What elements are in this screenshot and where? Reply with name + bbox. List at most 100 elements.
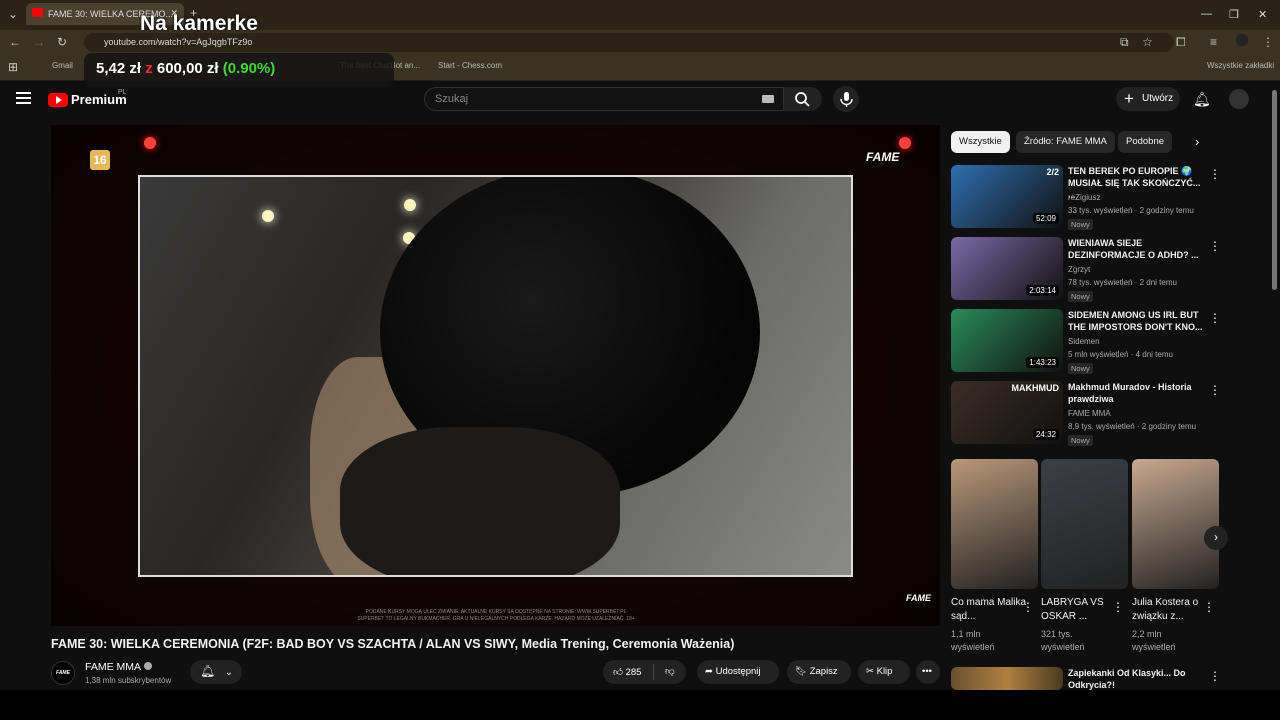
- short-views-unit: wyświetleń: [1132, 642, 1176, 652]
- bottom-letterbox: [0, 690, 1280, 720]
- recommendation-item[interactable]: Zapiekanki Od Klasyki... Do Odkrycia?! ⋮: [951, 667, 1221, 690]
- menu-kebab-icon[interactable]: ⋮: [1262, 35, 1274, 49]
- duration-badge: 1:43:23: [1026, 357, 1059, 368]
- age-rating-badge: 16: [90, 150, 110, 170]
- chip-source[interactable]: Źródło: FAME MMA: [1016, 131, 1115, 153]
- apps-grid-icon[interactable]: ⊞: [8, 60, 18, 74]
- subscriber-count: 1,38 mln subskrybentów: [85, 676, 172, 685]
- channel-name[interactable]: FAME MMA: [85, 661, 153, 673]
- recommendation-item[interactable]: 1:43:23 SIDEMEN AMONG US IRL BUT THE IMP…: [951, 309, 1221, 375]
- more-vertical-icon[interactable]: ⋮: [1209, 311, 1221, 325]
- stock-value: 600,00 zł: [156, 60, 219, 77]
- short-title: Co mama Malika sąd...: [951, 597, 1027, 622]
- short-views: 2,2 mln wyświetleń: [1132, 628, 1212, 654]
- fame-logo-top: FAME: [866, 150, 900, 164]
- youtube-logo-icon[interactable]: [48, 93, 68, 107]
- install-app-icon[interactable]: ⧉: [1120, 35, 1129, 50]
- video-thumbnail: [951, 667, 1063, 690]
- more-vertical-icon[interactable]: ⋮: [1209, 167, 1221, 181]
- search-input[interactable]: Szukaj: [424, 87, 784, 111]
- rec-title: WIENIAWA SIEJE DEZINFORMACJE O ADHD? ...: [1068, 238, 1199, 260]
- chip-similar[interactable]: Podobne: [1118, 131, 1173, 153]
- subscription-bell-button[interactable]: 🔔︎ ⌄: [190, 660, 242, 684]
- video-thumbnail: MAKHMUD 24:32: [951, 381, 1063, 444]
- page-scrollbar[interactable]: [1272, 90, 1277, 290]
- extensions-icon[interactable]: ⧠: [1176, 35, 1186, 50]
- more-actions-button[interactable]: •••: [916, 660, 940, 684]
- bell-icon: 🔔︎: [200, 664, 216, 678]
- video-thumbnail: 2/2 52:09: [951, 165, 1063, 228]
- save-label: Zapisz: [809, 666, 838, 677]
- more-vertical-icon[interactable]: ⋮: [1209, 669, 1221, 683]
- keyboard-icon[interactable]: [762, 95, 774, 103]
- thumbs-down-icon: 👎︎: [665, 666, 675, 677]
- like-count: 285: [625, 667, 642, 678]
- maximize-icon[interactable]: ❐: [1229, 8, 1239, 21]
- chevron-right-icon[interactable]: ›: [1195, 134, 1199, 149]
- more-vertical-icon[interactable]: ⋮: [1112, 600, 1124, 614]
- profile-icon[interactable]: [1236, 34, 1248, 46]
- more-horizontal-icon: •••: [922, 666, 932, 677]
- save-button[interactable]: 🔖︎ Zapisz: [787, 660, 851, 684]
- all-bookmarks[interactable]: Wszystkie zakładki: [1207, 61, 1274, 70]
- channel-avatar[interactable]: FAME: [51, 661, 75, 685]
- minimize-icon[interactable]: —: [1201, 8, 1212, 20]
- short-views-unit: wyświetleń: [951, 642, 995, 652]
- voice-search-button[interactable]: [833, 86, 859, 112]
- like-dislike-group: 👍︎ 285 👎︎: [603, 660, 686, 684]
- stock-mid: z: [145, 60, 153, 77]
- disclaimer-line-1: PODANE KURSY MOGĄ ULEC ZMIANIE. AKTUALNE…: [365, 609, 627, 615]
- like-button[interactable]: 👍︎ 285: [613, 667, 641, 678]
- mic-icon: [840, 92, 853, 107]
- short-views: 321 tys. wyświetleń: [1041, 628, 1121, 654]
- bookmark-gmail[interactable]: Gmail: [52, 61, 73, 70]
- short-title: Julia Kostera o związku z...: [1132, 597, 1199, 622]
- new-badge: Nowy: [1068, 435, 1093, 446]
- share-icon: ➦: [705, 666, 713, 677]
- more-vertical-icon[interactable]: ⋮: [1209, 239, 1221, 253]
- user-avatar[interactable]: [1229, 89, 1249, 109]
- thumb-overlay-text: 2/2: [1046, 167, 1059, 177]
- back-icon[interactable]: ←: [9, 35, 21, 49]
- tab-list-icon[interactable]: ⌄: [8, 7, 18, 21]
- rec-meta: 5 mln wyświetleń · 4 dni temu: [1068, 350, 1173, 359]
- create-button[interactable]: + Utwórz: [1116, 87, 1180, 111]
- chip-all[interactable]: Wszystkie: [951, 131, 1010, 153]
- chevron-right-icon: ›: [1214, 530, 1218, 544]
- recommendation-item[interactable]: 2/2 52:09 TEN BEREK PO EUROPIE 🌍 MUSIAŁ …: [951, 165, 1221, 231]
- notifications-bell-icon[interactable]: 🔔︎: [1193, 91, 1211, 108]
- more-vertical-icon[interactable]: ⋮: [1209, 383, 1221, 397]
- share-button[interactable]: ➦ Udostępnij: [697, 660, 779, 684]
- ceiling-light: [262, 210, 274, 222]
- reload-icon[interactable]: ↻: [57, 35, 67, 49]
- duration-badge: 52:09: [1032, 213, 1059, 224]
- bookmark-chess[interactable]: Start - Chess.com: [438, 61, 502, 70]
- stock-pct: (0.90%): [222, 60, 276, 77]
- duration-badge: 2:03:14: [1026, 285, 1059, 296]
- short-thumbnail: [1041, 459, 1128, 589]
- stage-light: [899, 137, 911, 149]
- forward-icon[interactable]: →: [33, 35, 45, 49]
- bookmark-star-icon[interactable]: ☆: [1142, 35, 1153, 49]
- video-player[interactable]: 16 FAME PODANE KURSY MOGĄ ULEC ZMIANIE. …: [51, 125, 940, 626]
- reading-list-icon[interactable]: ≡: [1210, 35, 1217, 49]
- more-vertical-icon[interactable]: ⋮: [1022, 600, 1034, 614]
- recommendation-item[interactable]: MAKHMUD 24:32 Makhmud Muradov - Historia…: [951, 381, 1221, 447]
- clip-button[interactable]: ✂ Klip: [858, 660, 910, 684]
- shorts-next-button[interactable]: ›: [1204, 526, 1228, 550]
- fame-logo-bottom: FAME: [906, 593, 932, 603]
- more-vertical-icon[interactable]: ⋮: [1203, 600, 1215, 614]
- short-views-count: 2,2 mln: [1132, 629, 1162, 639]
- video-frame: [138, 175, 853, 577]
- dislike-button[interactable]: 👎︎: [665, 665, 675, 677]
- search-button[interactable]: [784, 87, 822, 111]
- url-text: youtube.com/watch?v=AgJqgbTFz9o: [104, 37, 253, 47]
- bookmark-icon: 🔖︎: [795, 666, 808, 677]
- short-views-count: 321 tys.: [1041, 629, 1073, 639]
- disclaimer-line-2: SUPERBET TO LEGALNY BUKMACHER. GRA U NIE…: [357, 616, 635, 622]
- stage-light: [144, 137, 156, 149]
- window-close-icon[interactable]: ✕: [1258, 8, 1267, 21]
- recommendation-item[interactable]: 2:03:14 WIENIAWA SIEJE DEZINFORMACJE O A…: [951, 237, 1221, 303]
- guide-menu-icon[interactable]: [16, 92, 31, 104]
- stock-ticker: 5,42 zł z 600,00 zł (0.90%): [96, 60, 275, 77]
